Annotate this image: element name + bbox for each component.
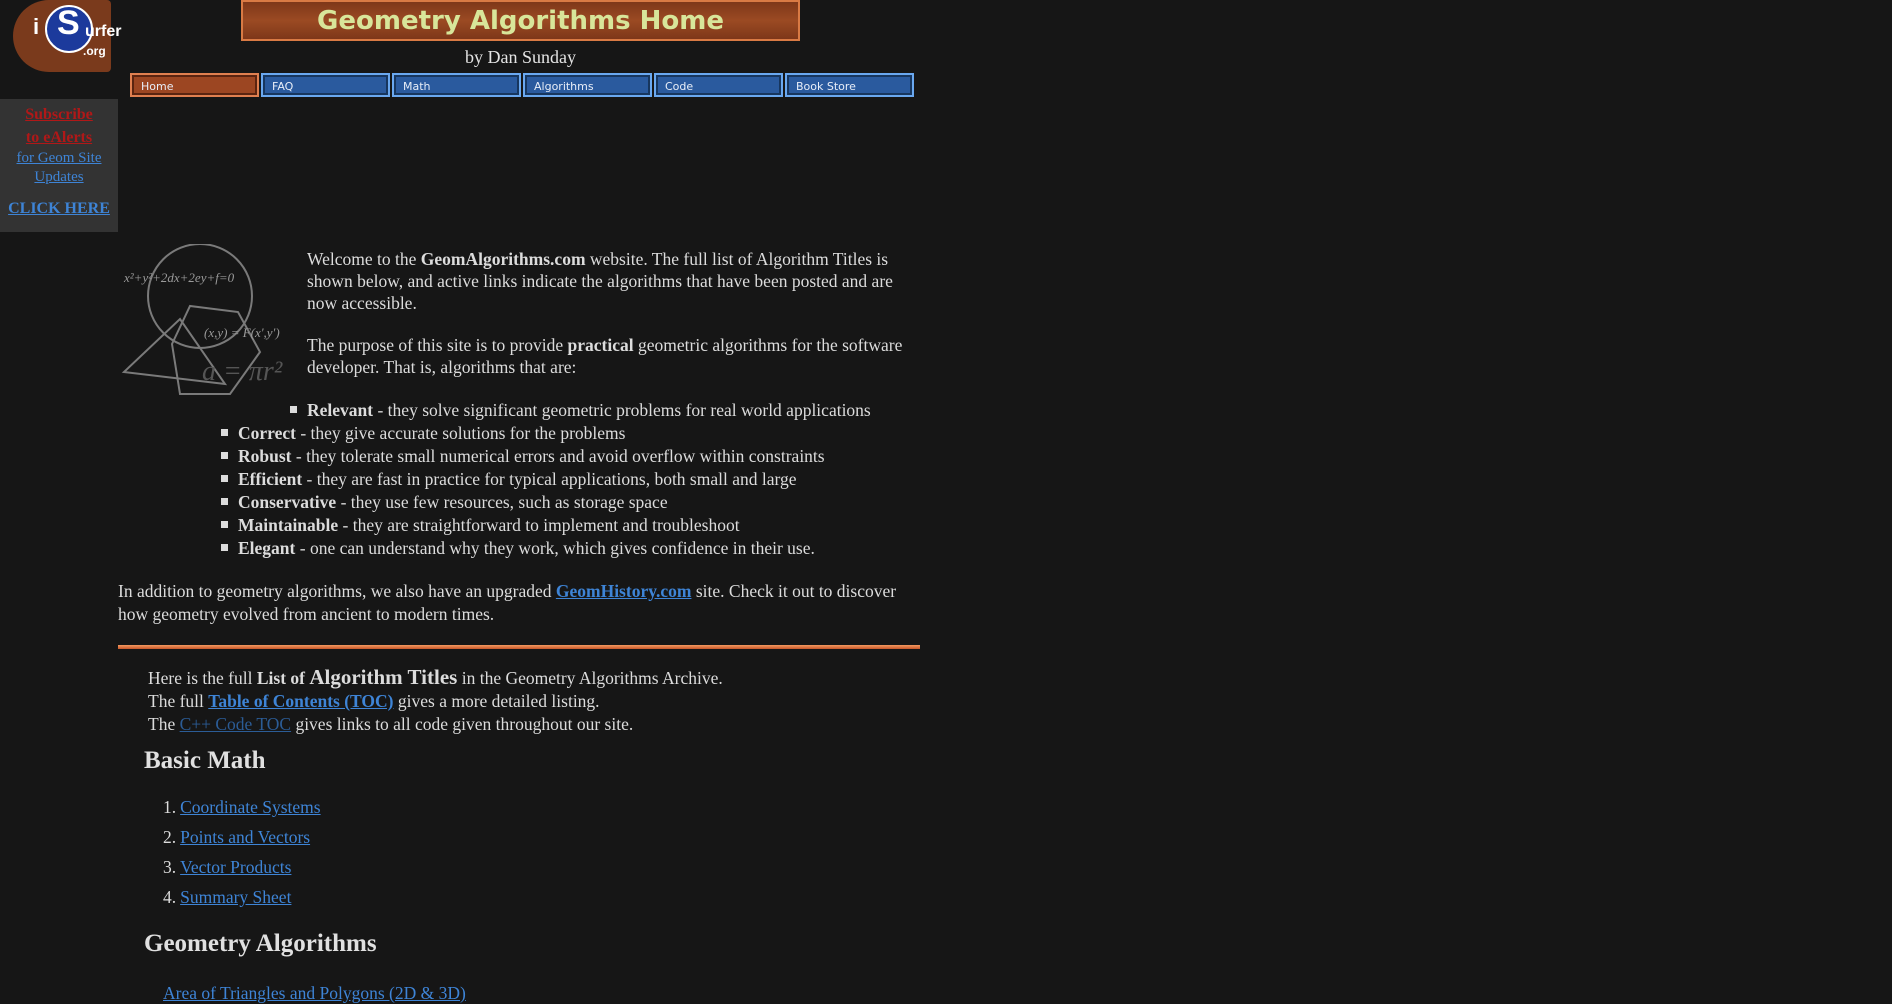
coordinate-systems-link[interactable]: Coordinate Systems xyxy=(180,797,320,817)
list-item: Correct - they give accurate solutions f… xyxy=(200,422,940,445)
logo-text-urfer: urfer xyxy=(85,23,122,40)
click-here-link[interactable]: CLICK HERE xyxy=(0,199,118,218)
geom-site-link[interactable]: for Geom Site xyxy=(0,149,118,168)
subscribe-link[interactable]: Subscribe xyxy=(0,103,118,126)
intro-text: Welcome to the GeomAlgorithms.com websit… xyxy=(307,248,923,398)
logo-letter-i: i xyxy=(33,14,40,39)
nav-algorithms[interactable]: Algorithms xyxy=(523,73,652,97)
logo-letter-s: S xyxy=(57,4,80,42)
bullet-icon xyxy=(221,544,228,552)
intro-paragraph-2: The purpose of this site is to provide p… xyxy=(307,335,903,377)
intro-paragraph-1: Welcome to the GeomAlgorithms.com websit… xyxy=(307,249,893,313)
geometry-illustration: x²+y²+2dx+2ey+f=0 (x,y) = F(x',y') a = π… xyxy=(121,244,283,395)
isurfer-logo[interactable]: i S urfer .org xyxy=(13,0,121,72)
updates-link[interactable]: Updates xyxy=(0,168,118,187)
author-byline: by Dan Sunday xyxy=(465,47,576,67)
summary-sheet-link[interactable]: Summary Sheet xyxy=(180,887,291,907)
bullet-icon xyxy=(221,452,228,460)
list-item: Conservative - they use few resources, s… xyxy=(200,491,940,514)
equation-circle: x²+y²+2dx+2ey+f=0 xyxy=(123,270,235,285)
list-item: 2. Points and Vectors xyxy=(163,827,311,847)
bullet-icon xyxy=(221,521,228,529)
list-item: Robust - they tolerate small numerical e… xyxy=(200,445,940,468)
bullet-icon xyxy=(290,406,297,414)
list-item: Efficient - they are fast in practice fo… xyxy=(200,468,940,491)
logo-text-org: .org xyxy=(83,44,106,58)
basic-math-heading: Basic Math xyxy=(144,747,266,774)
basic-math-list: 1. Coordinate Systems 2. Points and Vector… xyxy=(163,797,321,917)
page-title: Geometry Algorithms Home xyxy=(241,0,800,41)
geometry-algorithms-heading: Geometry Algorithms xyxy=(144,930,377,957)
list-item: Relevant - they solve significant geomet… xyxy=(200,399,940,422)
site-name: GeomAlgorithms.com xyxy=(420,249,586,269)
geomhistory-paragraph: In addition to geometry algorithms, we a… xyxy=(118,581,897,624)
equation-area: a = πr² xyxy=(202,356,283,387)
algorithm-qualities-list: Relevant - they solve significant geomet… xyxy=(200,399,940,560)
list-item: 4. Summary Sheet xyxy=(163,887,292,907)
subscribe-sidebar: Subscribe to eAlerts for Geom Site Updat… xyxy=(0,99,118,232)
toc-link[interactable]: Table of Contents (TOC) xyxy=(208,691,393,711)
points-vectors-link[interactable]: Points and Vectors xyxy=(180,827,310,847)
nav-math[interactable]: Math xyxy=(392,73,521,97)
bullet-icon xyxy=(221,429,228,437)
list-item: 1. Coordinate Systems xyxy=(163,797,321,817)
section-divider xyxy=(118,645,920,649)
list-item: Area of Triangles and Polygons (2D & 3D) xyxy=(163,983,466,1004)
nav-faq[interactable]: FAQ xyxy=(261,73,390,97)
bullet-icon xyxy=(221,475,228,483)
list-intro: Here is the full List of Algorithm Title… xyxy=(148,665,723,735)
nav-book-store[interactable]: Book Store xyxy=(785,73,914,97)
vector-products-link[interactable]: Vector Products xyxy=(180,857,291,877)
geomhistory-link[interactable]: GeomHistory.com xyxy=(556,581,692,601)
cpp-code-toc-link[interactable]: C++ Code TOC xyxy=(180,714,291,734)
nav-code[interactable]: Code xyxy=(654,73,783,97)
list-item: Elegant - one can understand why they wo… xyxy=(200,537,940,560)
nav-home[interactable]: Home xyxy=(130,73,259,97)
equation-transform: (x,y) = F(x',y') xyxy=(204,325,280,340)
list-item: Maintainable - they are straightforward … xyxy=(200,514,940,537)
top-nav: Home FAQ Math Algorithms Code Book Store xyxy=(130,73,914,97)
list-item: 3. Vector Products xyxy=(163,857,292,877)
bullet-icon xyxy=(221,498,228,506)
ealerts-link[interactable]: to eAlerts xyxy=(0,126,118,149)
area-triangles-link[interactable]: Area of Triangles and Polygons (2D & 3D) xyxy=(163,983,466,1003)
